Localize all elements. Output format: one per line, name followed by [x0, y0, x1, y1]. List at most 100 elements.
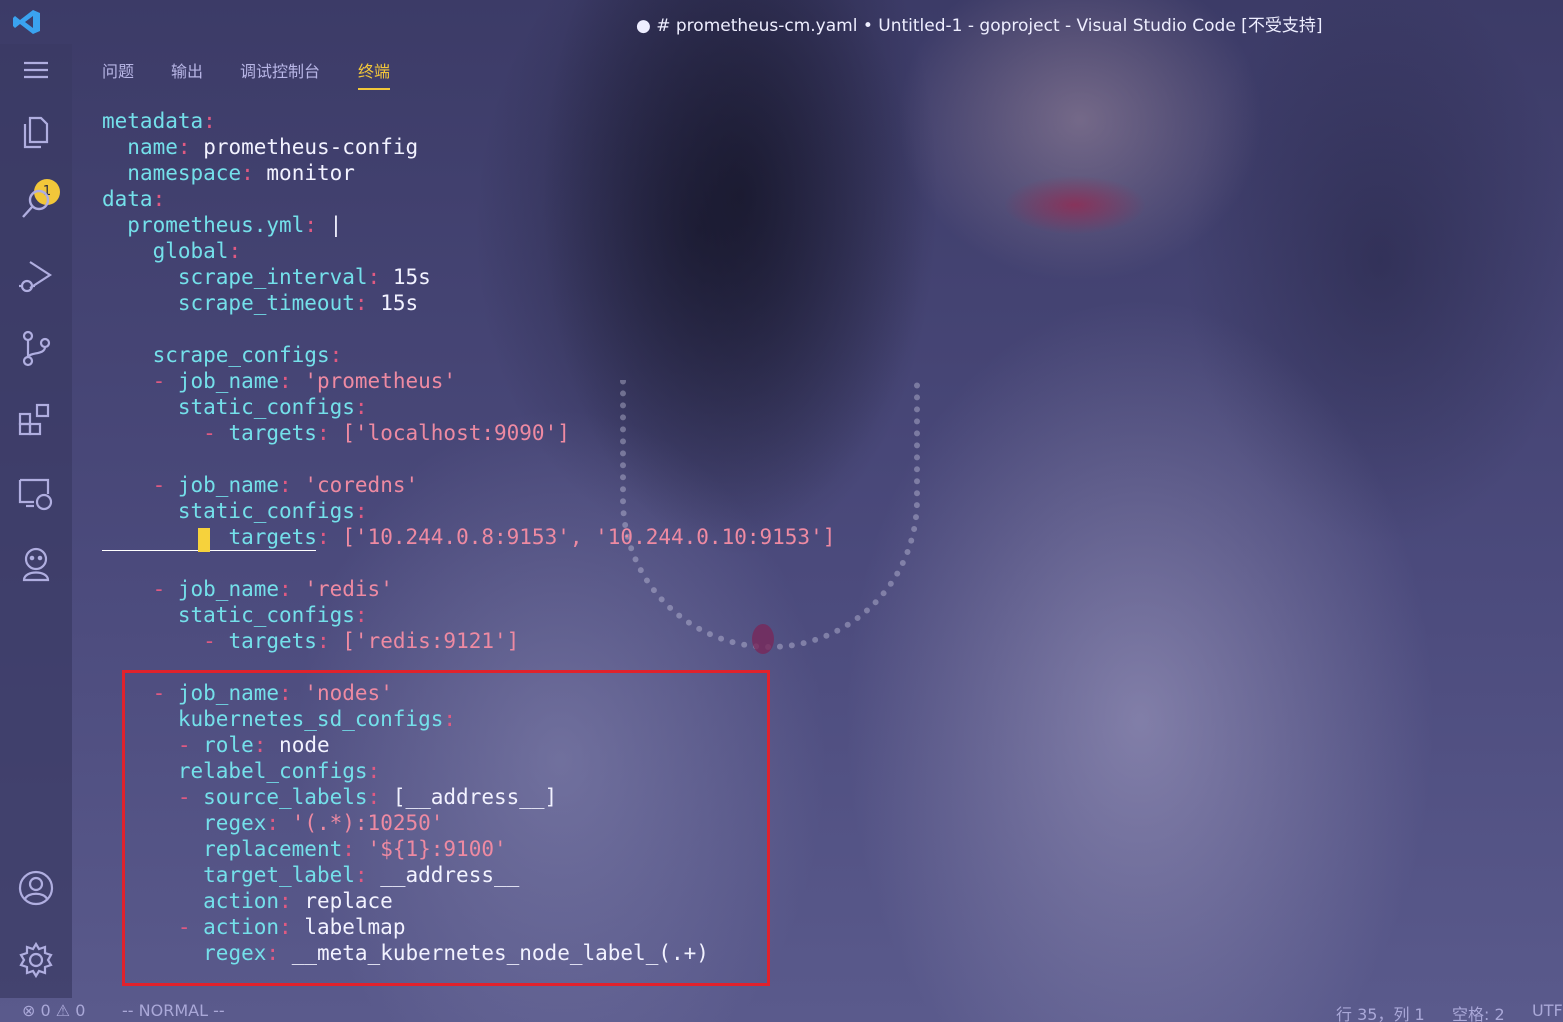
- code-colon: :: [316, 525, 330, 549]
- code-colon: :: [354, 291, 368, 315]
- background-photo-pendant: [752, 624, 774, 654]
- error-count: 0: [40, 1001, 51, 1020]
- code-line: static_configs:: [102, 394, 368, 420]
- code-line: metadata:: [102, 108, 216, 134]
- code-line: scrape_configs:: [102, 342, 343, 368]
- code-colon: :: [316, 421, 330, 445]
- search-icon[interactable]: [16, 184, 56, 224]
- vscode-logo-icon: [12, 8, 42, 36]
- errors-status[interactable]: ⊗ 0 ⚠ 0: [22, 1001, 85, 1020]
- code-line: static_configs:: [102, 602, 368, 628]
- extensions-icon[interactable]: [16, 400, 56, 440]
- code-line: prometheus.yml: |: [102, 212, 342, 238]
- code-key: job_name: [177, 473, 280, 497]
- remote-explorer-icon[interactable]: [16, 472, 56, 512]
- account-icon[interactable]: [16, 868, 56, 908]
- code-colon: :: [279, 577, 292, 601]
- code-value: 15s: [380, 291, 419, 315]
- files-icon[interactable]: [16, 112, 56, 152]
- code-colon: :: [228, 239, 242, 263]
- code-colon: :: [329, 343, 343, 367]
- code-key: namespace: [127, 161, 242, 185]
- code-colon: :: [241, 161, 254, 185]
- tab-terminal[interactable]: 终端: [358, 58, 391, 90]
- code-key: job_name: [177, 369, 280, 393]
- code-colon: :: [279, 473, 292, 497]
- code-key: job_name: [177, 577, 280, 601]
- indentation[interactable]: 空格: 2: [1452, 1001, 1505, 1022]
- tab-problems[interactable]: 问题: [102, 58, 134, 88]
- tab-output[interactable]: 输出: [171, 58, 203, 88]
- code-value: ['localhost:9090']: [342, 421, 570, 445]
- tab-debug-console[interactable]: 调试控制台: [240, 58, 320, 88]
- code-value: ['10.244.0.8:9153', '10.244.0.10:9153']: [342, 525, 836, 549]
- source-control-icon[interactable]: [16, 328, 56, 368]
- code-line: data:: [102, 186, 165, 212]
- code-value: 'redis': [304, 577, 393, 601]
- encoding[interactable]: UTF: [1532, 1001, 1563, 1020]
- background-photo-lips: [1005, 176, 1145, 234]
- code-line: scrape_timeout: 15s: [102, 290, 418, 316]
- code-dash: -: [203, 629, 229, 653]
- code-key: scrape_interval: [177, 265, 368, 289]
- background-photo-necklace: [620, 380, 920, 650]
- cursor-position[interactable]: 行 35，列 1: [1336, 1001, 1425, 1022]
- status-bar: ⊗ 0 ⚠ 0 -- NORMAL -- 行 35，列 1 空格: 2 UTF: [0, 998, 1563, 1022]
- code-value: |: [329, 213, 343, 237]
- code-colon: :: [354, 499, 368, 523]
- vim-mode: -- NORMAL --: [122, 1001, 225, 1020]
- code-key: prometheus.yml: [127, 213, 305, 237]
- code-value: 'prometheus': [304, 369, 457, 393]
- code-value: 'coredns': [304, 473, 419, 497]
- code-key: scrape_timeout: [177, 291, 355, 315]
- code-value: ['redis:9121']: [342, 629, 520, 653]
- run-debug-icon[interactable]: [16, 256, 56, 296]
- code-line: scrape_interval: 15s: [102, 264, 431, 290]
- code-line: global:: [102, 238, 242, 264]
- error-icon: ⊗: [22, 1001, 36, 1020]
- code-dash: -: [152, 473, 178, 497]
- code-dash: -: [152, 369, 178, 393]
- jenkins-icon[interactable]: [16, 544, 56, 584]
- code-colon: :: [152, 187, 166, 211]
- gear-icon[interactable]: [16, 940, 56, 980]
- text-cursor: [198, 528, 210, 552]
- menu-icon[interactable]: [16, 50, 56, 90]
- code-colon: :: [367, 265, 381, 289]
- code-colon: :: [203, 109, 216, 133]
- code-key: static_configs: [177, 499, 355, 523]
- code-colon: :: [316, 629, 330, 653]
- code-line: name: prometheus-config: [102, 134, 418, 160]
- code-line: - job_name: 'prometheus': [102, 368, 456, 394]
- code-colon: :: [354, 395, 368, 419]
- code-line: static_configs:: [102, 498, 368, 524]
- code-key: static_configs: [177, 603, 355, 627]
- code-colon: :: [279, 369, 292, 393]
- code-dash: -: [203, 421, 229, 445]
- code-key: name: [127, 135, 178, 159]
- warning-count: 0: [75, 1001, 86, 1020]
- highlight-box: [122, 670, 770, 986]
- code-value: monitor: [266, 161, 355, 185]
- code-dash: -: [152, 577, 178, 601]
